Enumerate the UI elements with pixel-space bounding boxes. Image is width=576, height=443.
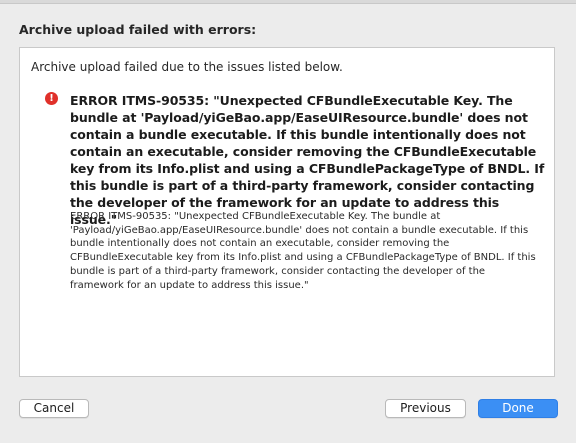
issues-intro-text: Archive upload failed due to the issues … <box>31 60 343 74</box>
issues-panel: Archive upload failed due to the issues … <box>19 47 555 377</box>
dialog-title: Archive upload failed with errors: <box>19 22 257 37</box>
archive-upload-dialog: Archive upload failed with errors: Archi… <box>0 0 576 443</box>
previous-button[interactable]: Previous <box>385 399 466 418</box>
window-top-edge <box>0 0 576 4</box>
error-icon: ! <box>45 92 58 105</box>
error-summary: ERROR ITMS-90535: "Unexpected CFBundleEx… <box>70 93 545 227</box>
cancel-button[interactable]: Cancel <box>19 399 89 418</box>
error-detail: ERROR ITMS-90535: "Unexpected CFBundleEx… <box>70 211 536 291</box>
done-button[interactable]: Done <box>478 399 558 418</box>
